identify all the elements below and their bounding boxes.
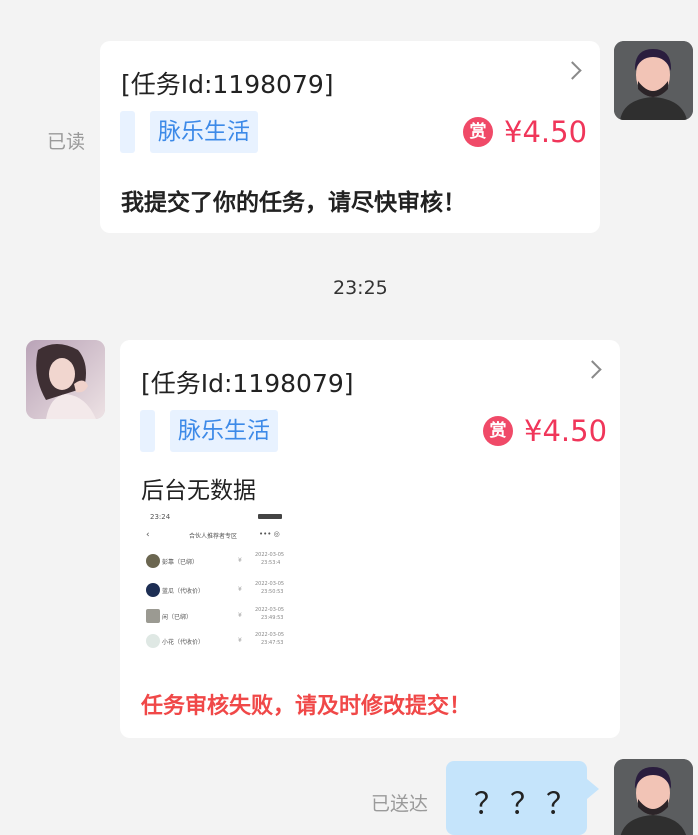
- row-date: 2022-03-05: [255, 607, 285, 613]
- row-time: 23:50:53: [261, 589, 284, 595]
- row-date: 2022-03-05: [255, 581, 285, 587]
- row-name: 彭靠（已绑）: [162, 559, 199, 566]
- warning-text: 任务审核失败，请及时修改提交！: [141, 694, 472, 719]
- row-yen: ¥: [238, 612, 242, 619]
- screenshot-status-time: 23:24: [150, 513, 171, 521]
- avatar-self[interactable]: [614, 759, 693, 835]
- row-yen: ¥: [238, 637, 242, 644]
- tag-accent: [140, 410, 155, 452]
- bubble-text: ？？？: [474, 787, 582, 822]
- row-time: 23:53:4: [261, 560, 281, 566]
- reward-price: ¥4.50: [504, 115, 588, 149]
- reward-icon: 赏: [463, 117, 493, 147]
- delivered-status: 已送达: [371, 793, 429, 815]
- man-avatar-icon: [614, 41, 693, 120]
- task-id: [任务Id:1198079]: [141, 369, 354, 398]
- reward-price: ¥4.50: [524, 414, 608, 448]
- user-avatar: [146, 583, 160, 597]
- attached-screenshot[interactable]: 23:24 ‹ 合伙人推荐者专区 ••• ◎ 彭靠（已绑） ¥ 2022-03-…: [142, 512, 288, 652]
- avatar-contact[interactable]: [26, 340, 105, 419]
- row-name: 闲（已绑）: [162, 614, 193, 621]
- screenshot-row: 彭靠（已绑） ¥ 2022-03-05 23:53:4: [142, 552, 288, 574]
- row-yen: ¥: [238, 557, 242, 564]
- row-date: 2022-03-05: [255, 552, 285, 558]
- woman-avatar-icon: [26, 340, 105, 419]
- reward-icon: 赏: [483, 416, 513, 446]
- screenshot-row: 小花（代收价） ¥ 2022-03-05 23:47:53: [142, 632, 288, 652]
- bubble-tail: [587, 779, 599, 799]
- chevron-right-icon[interactable]: [563, 61, 582, 80]
- message-text: 后台无数据: [141, 478, 256, 504]
- row-yen: ¥: [238, 586, 242, 593]
- screenshot-title: 合伙人推荐者专区: [189, 533, 238, 540]
- user-avatar: [146, 609, 160, 623]
- row-name: 小花（代收价）: [162, 639, 205, 646]
- more-icon: ••• ◎: [259, 530, 280, 538]
- project-tag: 脉乐生活: [170, 410, 278, 452]
- time-divider: 23:25: [333, 277, 388, 299]
- screenshot-row: 闲（已绑） ¥ 2022-03-05 23:49:53: [142, 607, 288, 629]
- row-time: 23:47:53: [261, 640, 284, 646]
- message-text: 我提交了你的任务，请尽快审核！: [121, 190, 466, 216]
- row-date: 2022-03-05: [255, 632, 285, 638]
- message-bubble[interactable]: ？？？: [446, 761, 587, 835]
- avatar-self[interactable]: [614, 41, 693, 120]
- user-avatar: [146, 634, 160, 648]
- signal-icon: [258, 514, 282, 519]
- man-avatar-icon: [614, 759, 693, 835]
- task-id: [任务Id:1198079]: [121, 70, 334, 99]
- back-icon: ‹: [146, 530, 150, 540]
- chevron-right-icon[interactable]: [583, 360, 602, 379]
- project-tag: 脉乐生活: [150, 111, 258, 153]
- task-card-sent[interactable]: [任务Id:1198079] 脉乐生活 赏 ¥4.50 我提交了你的任务，请尽快…: [100, 41, 600, 233]
- read-status: 已读: [47, 131, 86, 153]
- row-time: 23:49:53: [261, 615, 284, 621]
- task-card-received[interactable]: [任务Id:1198079] 脉乐生活 赏 ¥4.50 后台无数据 23:24 …: [120, 340, 620, 738]
- tag-accent: [120, 111, 135, 153]
- row-name: 蓝瓜（代收价）: [162, 588, 205, 595]
- user-avatar: [146, 554, 160, 568]
- screenshot-row: 蓝瓜（代收价） ¥ 2022-03-05 23:50:53: [142, 581, 288, 603]
